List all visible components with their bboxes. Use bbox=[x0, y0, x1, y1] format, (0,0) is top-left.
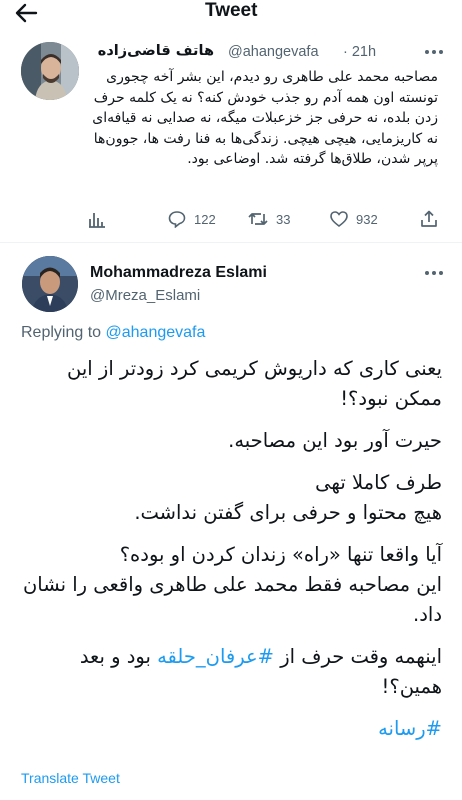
divider bbox=[0, 242, 462, 243]
tweet-paragraph: اینهمه وقت حرف از #عرفان_حلقه بود و بعد … bbox=[18, 642, 442, 702]
more-options-icon[interactable] bbox=[424, 270, 444, 276]
tweet-time: · 21h bbox=[343, 44, 377, 60]
share-icon bbox=[421, 210, 437, 227]
reply-button[interactable]: 122 bbox=[168, 208, 216, 230]
avatar-photo bbox=[21, 42, 79, 100]
like-count: 932 bbox=[356, 211, 378, 227]
tweet-handle[interactable]: @Mreza_Eslami bbox=[90, 287, 200, 304]
tweet-handle[interactable]: @ahangevafa bbox=[228, 44, 319, 60]
tweet-display-name[interactable]: Mohammadreza Eslami bbox=[90, 264, 267, 282]
avatar-photo bbox=[22, 256, 78, 312]
tweet-paragraph: حیرت آور بود این مصاحبه. bbox=[228, 429, 442, 452]
hashtag-link[interactable]: #رسانه bbox=[378, 717, 442, 740]
page-title: Tweet bbox=[205, 0, 258, 21]
bar-chart-icon bbox=[89, 213, 105, 228]
text-span: اینهمه وقت حرف از bbox=[274, 645, 442, 668]
tweet-paragraph: هیچ محتوا و حرفی برای گفتن نداشت. bbox=[134, 501, 442, 524]
tweet-text: یعنی کاری که داریوش کریمی کرد زودتر از ا… bbox=[18, 354, 442, 756]
avatar[interactable] bbox=[21, 42, 79, 100]
translate-tweet-link[interactable]: Translate Tweet bbox=[21, 770, 120, 786]
retweet-button[interactable]: 33 bbox=[248, 208, 290, 230]
like-button[interactable]: 932 bbox=[330, 208, 378, 230]
top-bar: Tweet bbox=[0, 0, 462, 28]
hashtag-link[interactable]: #عرفان_حلقه bbox=[157, 645, 274, 668]
tweet-paragraph: طرف کاملا تهی bbox=[315, 471, 442, 494]
tweet-display-name[interactable]: هاتف قاضی‌زاده bbox=[98, 43, 214, 59]
tweet-paragraph: این مصاحبه فقط محمد علی طاهری واقعی را ن… bbox=[22, 573, 442, 626]
reply-count: 122 bbox=[194, 211, 216, 227]
tweet-actions: 122 33 932 bbox=[0, 208, 462, 230]
tweet-paragraph: یعنی کاری که داریوش کریمی کرد زودتر از ا… bbox=[67, 357, 442, 410]
tweet-paragraph: #رسانه bbox=[18, 714, 442, 744]
tweet-header: · 21h @ahangevafa هاتف قاضی‌زاده bbox=[90, 43, 436, 66]
avatar[interactable] bbox=[22, 256, 78, 312]
arrow-left-icon[interactable] bbox=[14, 2, 38, 24]
tweet-paragraph: آیا واقعا تنها «راه» زندان کردن او بوده؟ bbox=[119, 543, 442, 566]
reply-icon bbox=[168, 211, 186, 228]
more-options-icon[interactable] bbox=[424, 49, 444, 55]
heart-icon bbox=[330, 211, 348, 228]
replying-label: Replying to bbox=[21, 324, 106, 341]
replying-to: Replying to @ahangevafa bbox=[21, 324, 205, 342]
share-button[interactable] bbox=[420, 208, 438, 230]
replying-to-link[interactable]: @ahangevafa bbox=[106, 324, 206, 341]
analytics-button[interactable] bbox=[88, 208, 106, 230]
retweet-count: 33 bbox=[276, 211, 291, 227]
retweet-icon bbox=[248, 213, 268, 225]
tweet-text: مصاحبه محمد علی طاهری رو دیدم، این بشر آ… bbox=[92, 69, 438, 168]
